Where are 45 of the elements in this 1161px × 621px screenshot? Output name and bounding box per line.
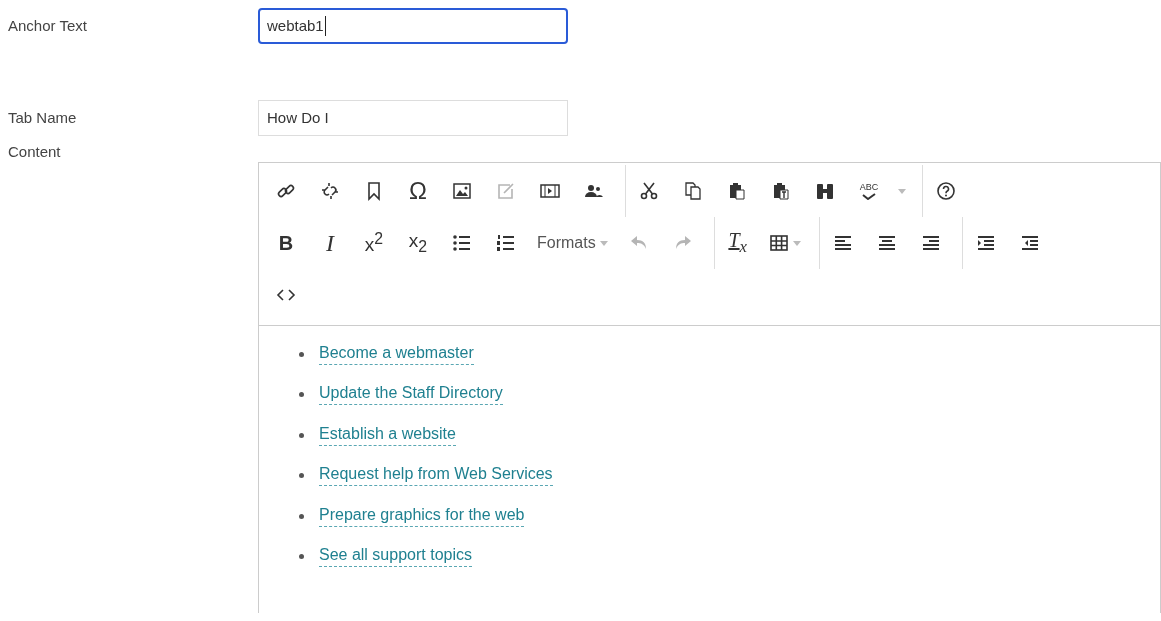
bullet-icon bbox=[299, 392, 304, 398]
field-label: Tab Name bbox=[8, 108, 78, 128]
bullet-icon bbox=[299, 432, 304, 438]
italic-button[interactable]: I bbox=[311, 226, 349, 260]
edit-icon bbox=[496, 181, 516, 201]
indent-icon bbox=[975, 233, 996, 253]
link[interactable]: Become a webmaster bbox=[319, 343, 474, 365]
table-icon bbox=[768, 233, 789, 253]
paste-text-icon bbox=[771, 181, 791, 201]
help-icon bbox=[936, 181, 956, 201]
bullet-icon bbox=[299, 351, 304, 357]
link[interactable]: Establish a website bbox=[319, 424, 456, 446]
outdent-icon bbox=[1019, 233, 1040, 253]
text-field[interactable]: How Do I bbox=[258, 100, 568, 136]
spellcheck-button[interactable]: ABC bbox=[850, 174, 888, 208]
link[interactable]: Prepare graphics for the web bbox=[319, 505, 525, 527]
caret-icon bbox=[599, 240, 608, 246]
clearformat-button[interactable]: T$_{x}$ bbox=[718, 226, 757, 260]
image-icon bbox=[452, 181, 472, 201]
align-center-icon bbox=[876, 233, 897, 253]
bullet-list-icon bbox=[452, 233, 472, 253]
align-right-icon bbox=[920, 233, 941, 253]
bullet-icon bbox=[299, 554, 304, 560]
link[interactable]: See all support topics bbox=[319, 546, 472, 568]
numbered-list-icon bbox=[496, 233, 516, 253]
copy-icon bbox=[683, 181, 703, 201]
superscript-button[interactable]: x$^{2}$ bbox=[355, 226, 393, 260]
subscript-button[interactable]: x$_{2}$ bbox=[399, 226, 437, 260]
bullet-icon bbox=[299, 473, 304, 479]
bold-button[interactable]: B bbox=[267, 226, 305, 260]
field-label: Anchor Text bbox=[8, 16, 88, 36]
bullet-icon bbox=[299, 513, 304, 519]
text-field[interactable]: webtab1 bbox=[258, 8, 568, 44]
align-left-icon bbox=[832, 233, 853, 253]
charmap-button[interactable]: Ω bbox=[399, 174, 437, 208]
paste-icon bbox=[727, 181, 747, 201]
caret-icon bbox=[898, 188, 906, 194]
link[interactable]: Update the Staff Directory bbox=[319, 384, 503, 406]
scissors-icon bbox=[639, 181, 659, 201]
checkmark-icon bbox=[862, 192, 876, 200]
film-icon bbox=[540, 181, 560, 201]
link[interactable]: Request help from Web Services bbox=[319, 465, 553, 487]
formats-dropdown[interactable]: Formats bbox=[531, 226, 614, 260]
field-label: Content bbox=[8, 142, 62, 162]
caret-icon bbox=[792, 240, 801, 246]
